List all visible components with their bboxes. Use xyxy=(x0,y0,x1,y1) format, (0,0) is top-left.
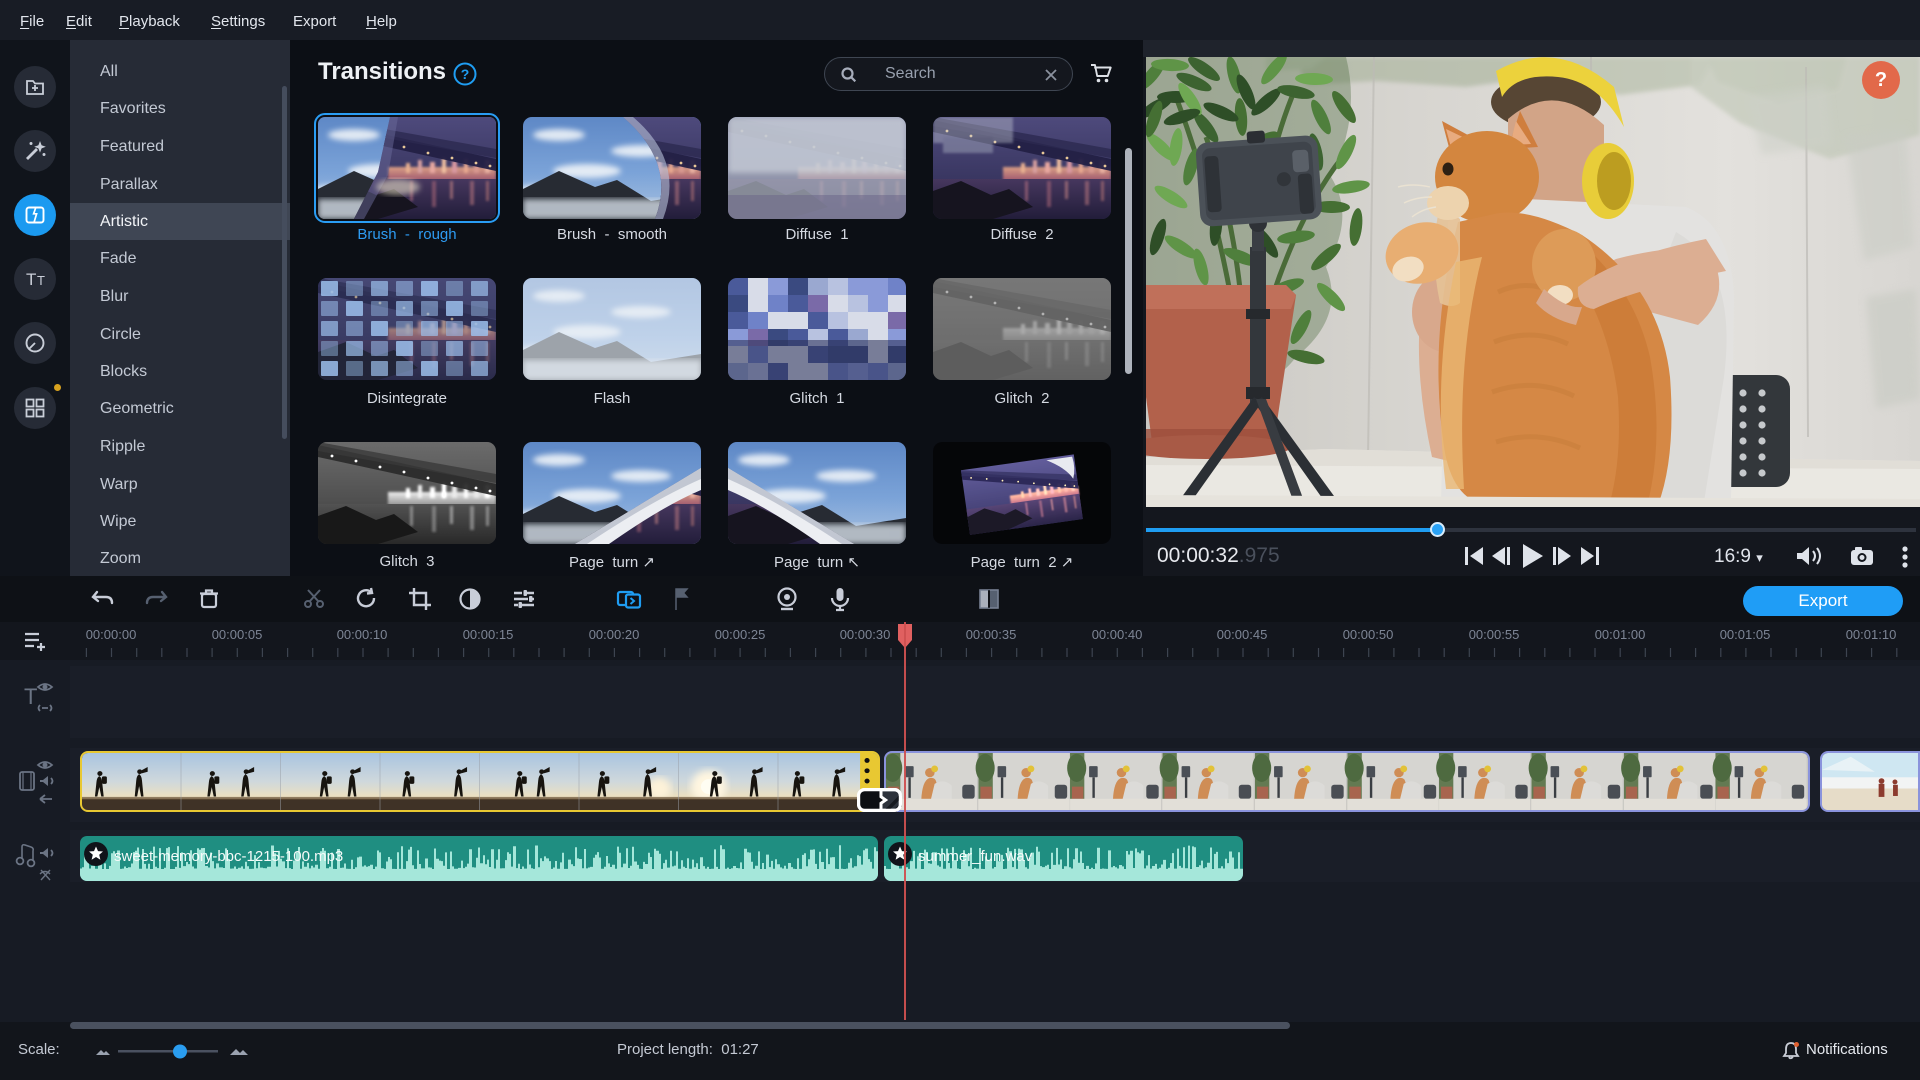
svg-text:summer_fun.wav: summer_fun.wav xyxy=(918,848,1033,865)
svg-text:?: ? xyxy=(461,66,470,82)
svg-text:T: T xyxy=(26,270,36,289)
svg-text:T: T xyxy=(37,273,45,288)
svg-text:T: T xyxy=(24,684,37,709)
svg-text:sweet-memory-bbc-1215-100.mp3: sweet-memory-bbc-1215-100.mp3 xyxy=(114,848,343,865)
